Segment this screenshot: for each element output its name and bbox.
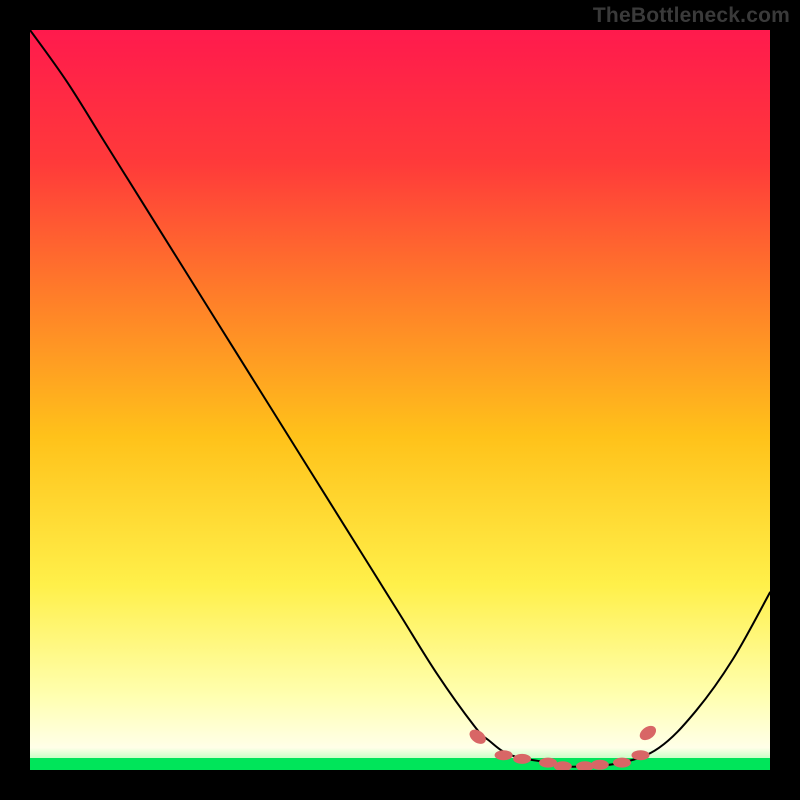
curve-marker — [495, 750, 513, 760]
curve-marker — [613, 758, 631, 768]
attribution-label: TheBottleneck.com — [593, 4, 790, 28]
curve-marker — [591, 760, 609, 770]
plot-area — [30, 30, 770, 770]
plot-svg — [30, 30, 770, 770]
chart-stage: TheBottleneck.com — [0, 0, 800, 800]
bottom-green-band — [30, 758, 770, 770]
gradient-background — [30, 30, 770, 770]
curve-marker — [632, 750, 650, 760]
curve-marker — [513, 754, 531, 764]
